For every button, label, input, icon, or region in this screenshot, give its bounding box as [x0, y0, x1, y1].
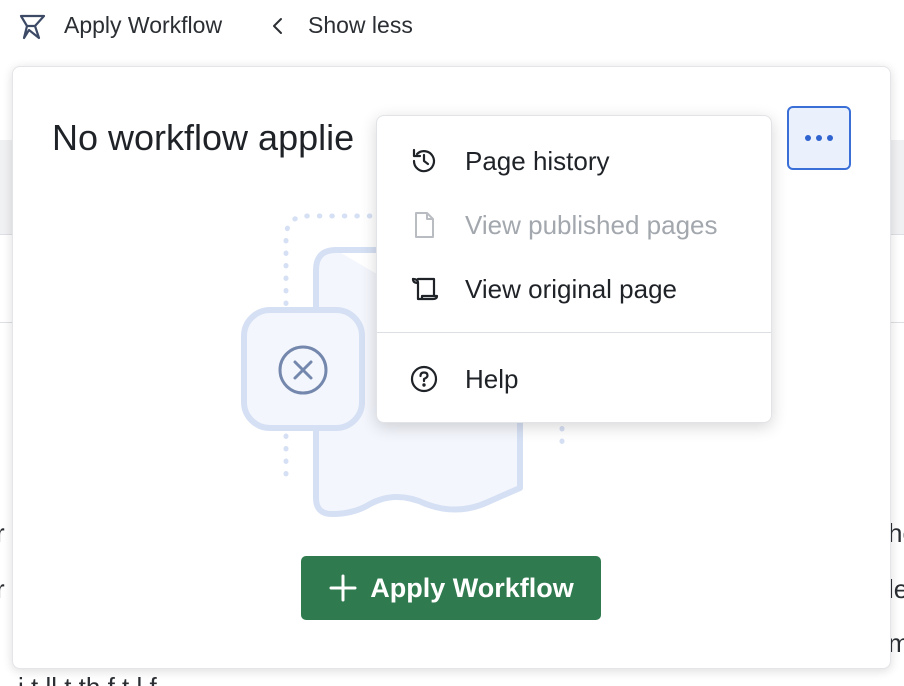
scroll-icon	[411, 277, 439, 301]
apply-workflow-button[interactable]: Apply Workflow	[301, 556, 601, 620]
background-text: r	[0, 574, 5, 604]
dot	[816, 135, 822, 141]
menu-item-help[interactable]: Help	[377, 350, 771, 406]
plus-icon	[329, 574, 357, 602]
history-icon	[412, 148, 436, 173]
top-bar: Apply Workflow Show less	[0, 0, 904, 52]
menu-item-page-history[interactable]: Page history	[377, 132, 771, 188]
menu-item-view-original-page[interactable]: View original page	[377, 260, 771, 316]
help-icon	[410, 365, 438, 393]
apply-workflow-button-label: Apply Workflow	[370, 572, 574, 603]
menu-item-label: View published pages	[465, 210, 718, 240]
background-text: i t ll t th f t l f	[18, 674, 157, 686]
menu-item-label: Page history	[465, 146, 610, 176]
menu-divider	[377, 332, 771, 333]
dot	[827, 135, 833, 141]
more-options-menu: Page history View published pages View o…	[376, 115, 772, 423]
menu-item-label: View original page	[465, 274, 677, 304]
top-bar-title: Apply Workflow	[64, 12, 223, 38]
chevron-left-icon[interactable]	[266, 14, 290, 38]
dot	[805, 135, 811, 141]
workflow-icon	[19, 14, 46, 40]
panel-title: No workflow applie	[52, 117, 355, 158]
menu-item-view-published-pages[interactable]: View published pages	[377, 196, 771, 252]
more-options-button[interactable]	[787, 106, 851, 170]
menu-item-label: Help	[465, 364, 519, 394]
background-text: r	[0, 518, 5, 548]
show-less-link[interactable]: Show less	[308, 12, 413, 39]
document-icon	[415, 212, 434, 238]
